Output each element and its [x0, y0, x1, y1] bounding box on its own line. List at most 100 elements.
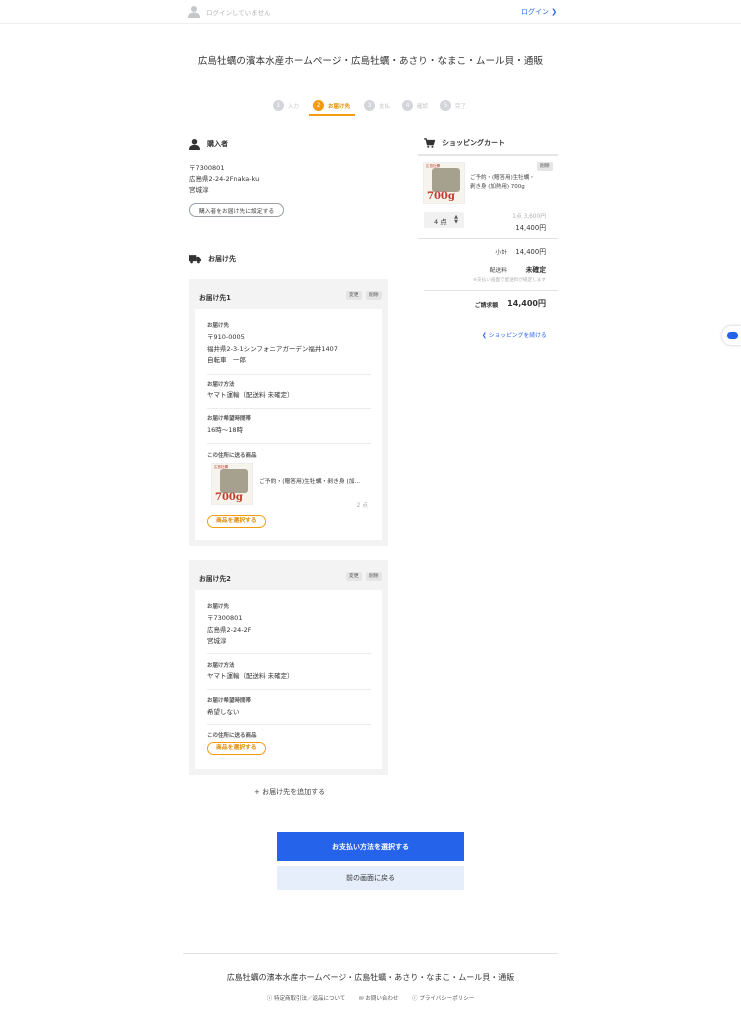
divider — [207, 374, 371, 375]
step-active-underline — [309, 114, 355, 116]
top-bar: ログインしていません ログイン ❯ — [0, 0, 741, 24]
continue-shopping-link[interactable]: ❮ ショッピングを続ける — [482, 330, 547, 339]
divider — [207, 443, 371, 444]
address-value: 〒910-0005 福井県2-3-1シンフォニアガーデン福井1407 自転車 一… — [207, 332, 338, 367]
oyster-photo — [432, 168, 460, 192]
method-value: ヤマト運輸（配送料 未確定） — [207, 391, 294, 399]
step-number: 1 — [273, 100, 284, 111]
cart-product-name: ご予約・(贈答用)生牡蠣・剥き身 (加熱用) 700g — [470, 175, 535, 190]
divider — [207, 724, 371, 725]
delivery-header: お届け先 — [189, 254, 236, 264]
edit-button[interactable]: 変更 — [346, 572, 362, 581]
add-destination-link[interactable]: + お届け先を追加する — [254, 787, 325, 797]
product-image: 広島牡蠣 700g — [211, 463, 253, 505]
address-label: お届け先 — [207, 323, 230, 329]
step-number: 3 — [364, 100, 375, 111]
footer-link-privacy[interactable]: ⓘ プライバシーポリシー — [412, 996, 474, 1002]
step-label: お届け先 — [328, 104, 351, 110]
shipping-note: ※支払い画面で配送料が確定します — [473, 278, 546, 283]
address-line: 自転車 一郎 — [207, 356, 246, 364]
buyer-address: 〒7300801 広島県2-24-2Fnaka-ku 宮城淳 — [189, 163, 259, 196]
unit-price: 1点 3,600円 — [512, 214, 546, 220]
buyer-line: 広島県2-24-2Fnaka-ku — [189, 175, 260, 183]
step-label: 確認 — [417, 104, 429, 110]
divider — [424, 290, 558, 291]
footer-divider — [183, 953, 558, 954]
cart-title: ショッピングカート — [442, 139, 505, 147]
login-status-text: ログインしていません — [206, 9, 271, 17]
step-label: 支払 — [379, 104, 391, 110]
select-items-button[interactable]: 商品を選択する — [207, 515, 266, 528]
edit-button[interactable]: 変更 — [346, 291, 362, 300]
shipping-value: 未確定 — [525, 266, 546, 274]
footer-link-legal[interactable]: ⓘ 特定商取引法／返品について — [267, 996, 346, 1002]
item-qty: 2 点 — [356, 503, 368, 509]
delivery-card-title: お届け先2 — [199, 575, 231, 583]
delivery-card-2: お届け先2 変更 削除 お届け先 〒7300801 広島県2-24-2F 宮城淳… — [189, 560, 388, 775]
delete-button[interactable]: 削除 — [366, 572, 382, 581]
buyer-header: 購入者 — [189, 138, 228, 150]
footer-title[interactable]: 広島牡蠣の濱本水産ホームページ・広島牡蠣・あさり・なまこ・ムール貝・通販 — [0, 972, 741, 983]
oyster-photo — [220, 469, 248, 493]
login-link[interactable]: ログイン ❯ — [521, 7, 557, 17]
thumb-weight: 700g — [427, 191, 455, 202]
line-total: 14,400円 — [515, 224, 546, 232]
address-line: 広島県2-24-2F — [207, 625, 252, 634]
delivery-card-1: お届け先1 変更 削除 お届け先 〒910-0005 福井県2-3-1シンフォニ… — [189, 279, 388, 546]
subtotal-value: 14,400円 — [515, 248, 546, 256]
step-number: 4 — [402, 100, 413, 111]
cart-top-rule — [418, 154, 558, 156]
total-value: 14,400円 — [507, 299, 546, 308]
divider — [207, 408, 371, 409]
method-label: お届け方法 — [207, 663, 235, 669]
back-button[interactable]: 前の画面に戻る — [277, 866, 464, 890]
cart-delete-button[interactable]: 削除 — [537, 162, 553, 171]
shipping-label: 配送料 — [489, 268, 507, 274]
delivery-title: お届け先 — [208, 255, 236, 263]
quantity-value: 4 点 — [434, 218, 447, 226]
step-number: 5 — [440, 100, 451, 111]
method-value: ヤマト運輸（配送料 未確定） — [207, 672, 294, 680]
user-icon — [188, 6, 200, 18]
address-line: 福井県2-3-1シンフォニアガーデン福井1407 — [207, 344, 338, 353]
divider — [418, 238, 558, 239]
address-label: お届け先 — [207, 604, 230, 610]
item-name: ご予約・(贈答用)生牡蠣・剥き身 (加... — [259, 479, 361, 485]
footer-link-contact[interactable]: ✉ お問い合わせ — [359, 996, 398, 1002]
cart-header: ショッピングカート — [424, 138, 505, 148]
select-payment-button[interactable]: お支払い方法を選択する — [277, 832, 464, 861]
subtotal-label: 小計 — [495, 250, 507, 256]
truck-icon — [189, 255, 201, 264]
quantity-stepper[interactable]: 4 点 ▲ ▼ — [424, 212, 464, 228]
time-value: 16時〜18時 — [207, 426, 244, 434]
time-value: 希望しない — [207, 708, 240, 716]
delete-button[interactable]: 削除 — [366, 291, 382, 300]
delivery-card-body: お届け先 〒910-0005 福井県2-3-1シンフォニアガーデン福井1407 … — [195, 309, 382, 540]
toggle-icon — [727, 332, 738, 339]
step-number: 2 — [313, 100, 324, 111]
delivery-card-title: お届け先1 — [199, 294, 231, 302]
address-line: 〒7300801 — [207, 614, 243, 622]
items-label: この住所に送る商品 — [207, 733, 257, 739]
address-line: 〒910-0005 — [207, 333, 245, 341]
site-title[interactable]: 広島牡蠣の濱本水産ホームページ・広島牡蠣・あさり・なまこ・ムール貝・通販 — [0, 53, 741, 67]
address-line: 宮城淳 — [207, 637, 227, 645]
cart-product-image: 広島牡蠣 700g — [423, 162, 465, 204]
cart-icon — [424, 138, 435, 148]
total-label: ご請求額 — [474, 303, 498, 309]
footer-links: ⓘ 特定商取引法／返品について ✉ お問い合わせ ⓘ プライバシーポリシー — [0, 994, 741, 1002]
method-label: お届け方法 — [207, 382, 235, 388]
delivery-card-body: お届け先 〒7300801 広島県2-24-2F 宮城淳 お届け方法 ヤマト運輸… — [195, 590, 382, 769]
floating-toggle-button[interactable] — [722, 326, 741, 345]
user-icon — [189, 138, 200, 150]
divider — [207, 653, 371, 654]
buyer-line: 〒7300801 — [189, 164, 225, 172]
buyer-title: 購入者 — [207, 140, 228, 148]
step-label: 完了 — [455, 104, 467, 110]
buyer-line: 宮城淳 — [189, 186, 209, 194]
address-value: 〒7300801 広島県2-24-2F 宮城淳 — [207, 613, 251, 648]
time-label: お届け希望時間帯 — [207, 416, 252, 422]
select-items-button[interactable]: 商品を選択する — [207, 742, 266, 755]
set-buyer-as-destination-button[interactable]: 購入者をお届け先に設定する — [189, 203, 284, 217]
step-label: 入力 — [288, 104, 300, 110]
